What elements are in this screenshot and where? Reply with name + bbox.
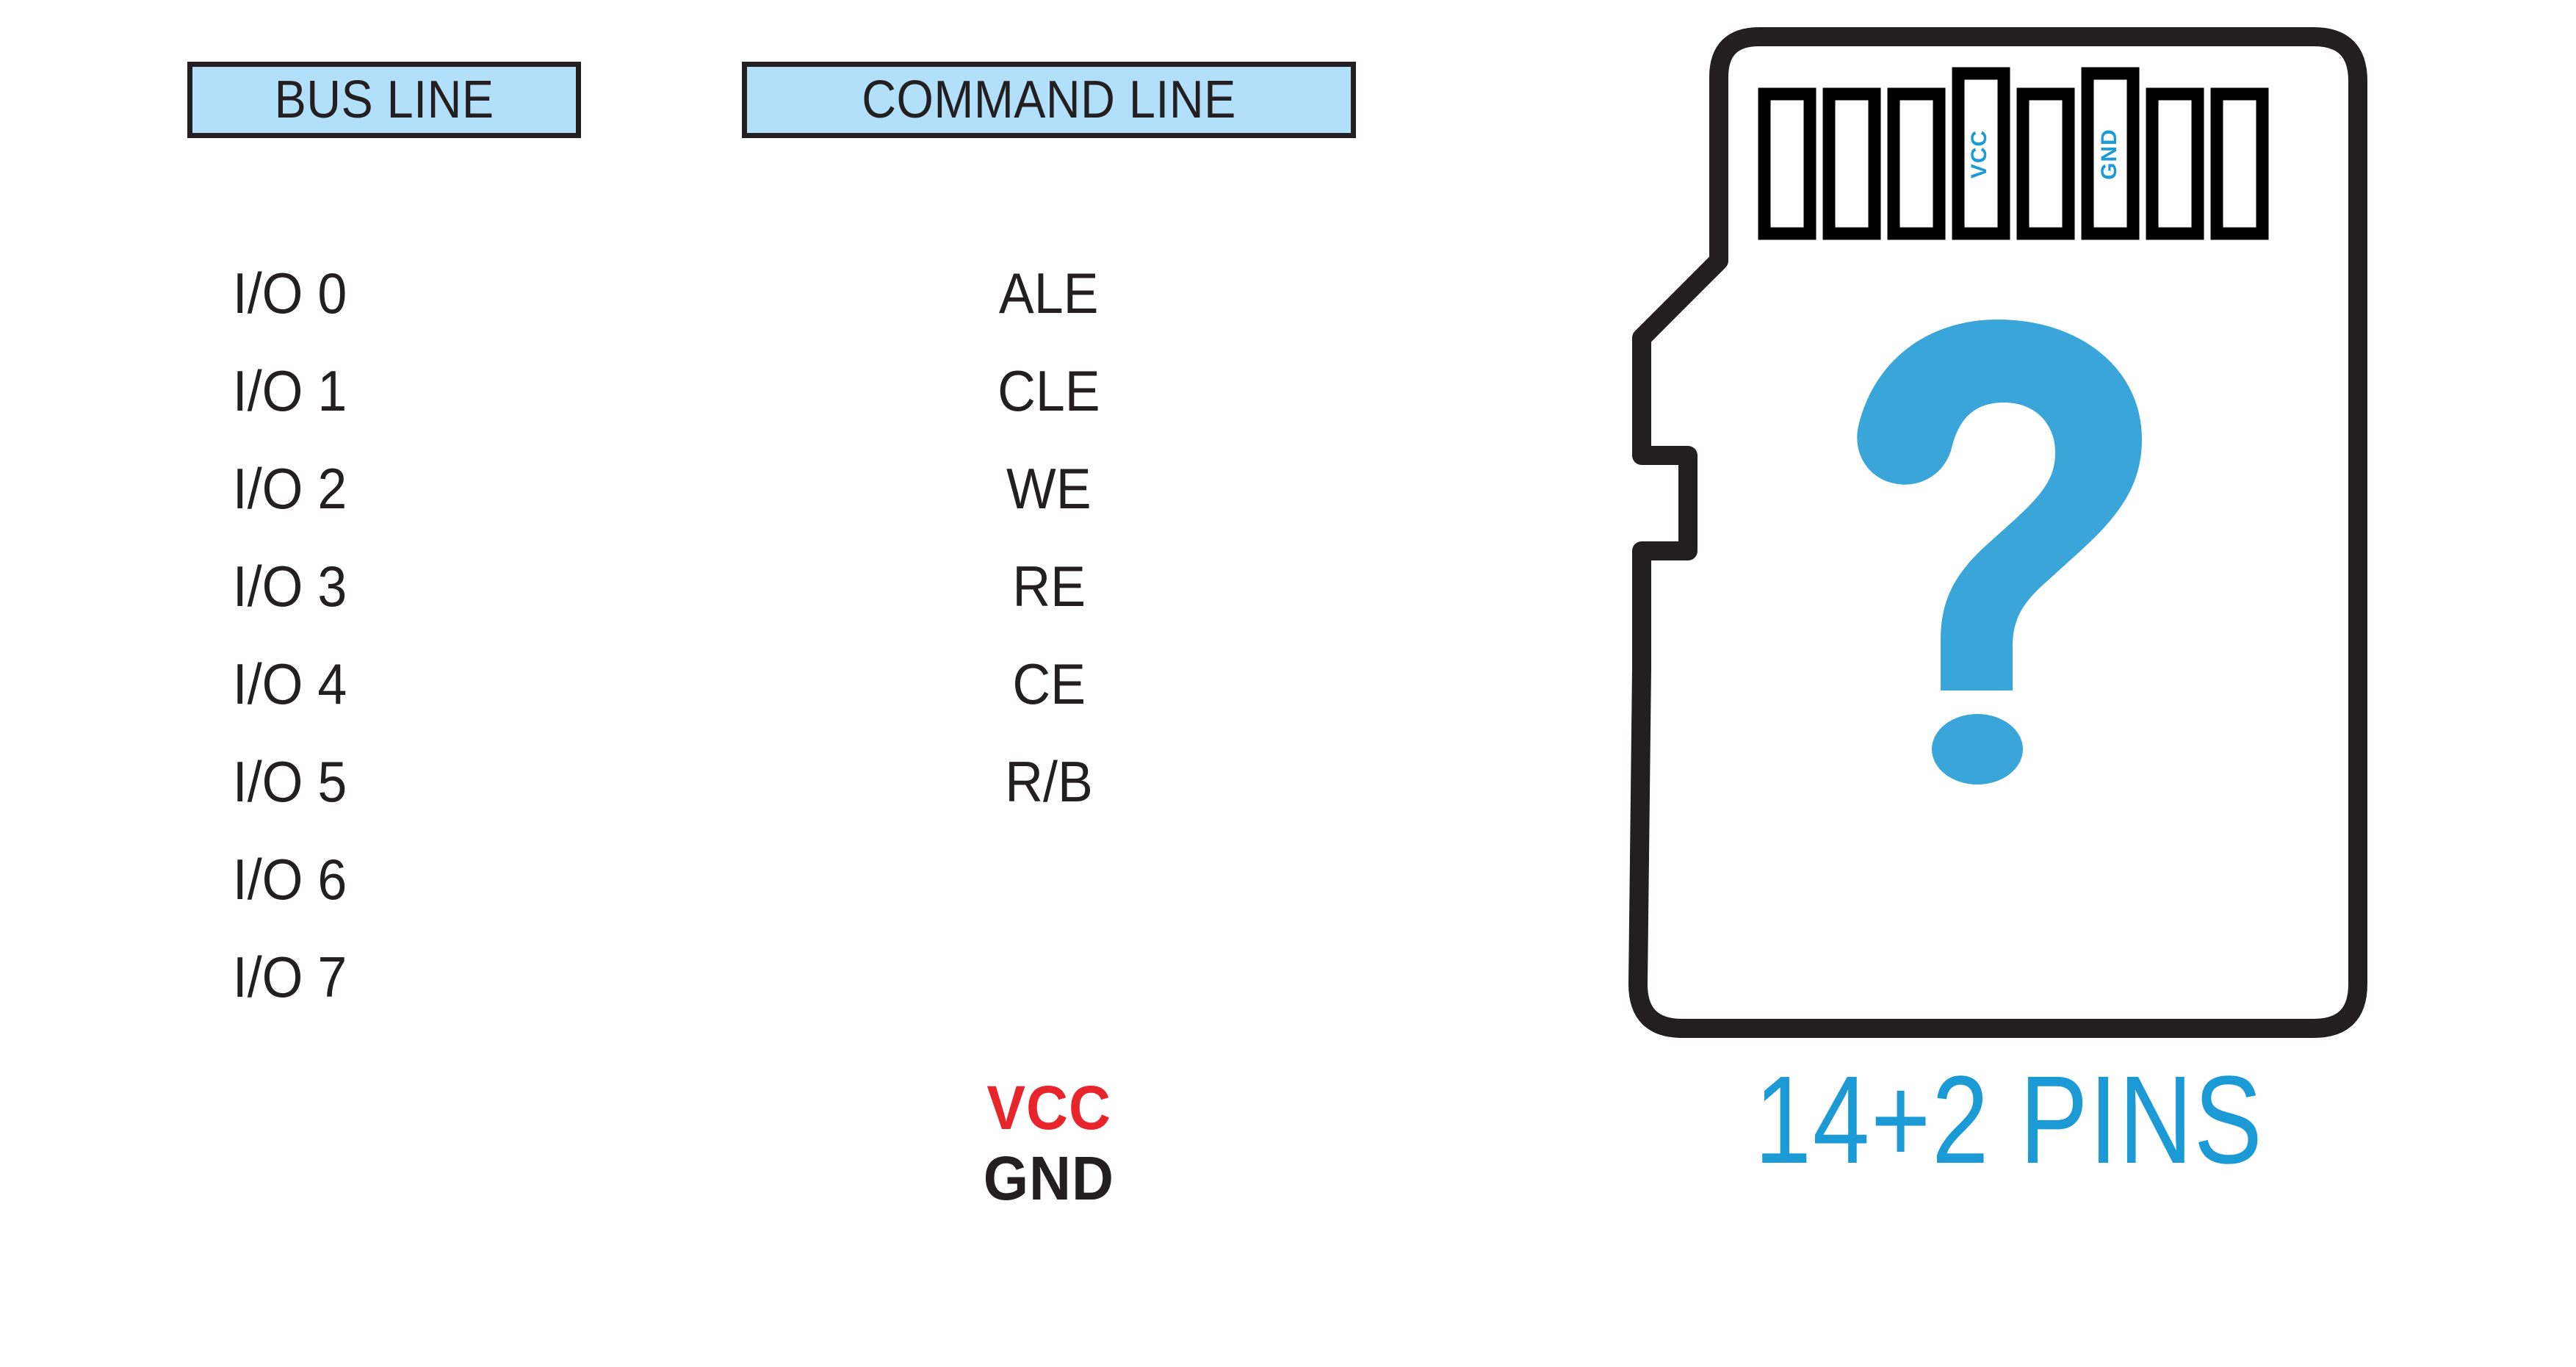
list-item: I/O 0	[233, 261, 347, 325]
list-item: I/O 6	[233, 847, 347, 912]
list-item: WE	[1006, 456, 1092, 521]
list-item: CLE	[997, 358, 1100, 423]
card-pin-vcc-label: VCC	[1967, 129, 1991, 179]
command-line-header-label: COMMAND LINE	[862, 71, 1236, 129]
list-item: I/O 5	[233, 749, 347, 814]
list-item: I/O 4	[233, 652, 347, 716]
card-pin-3	[1887, 87, 1946, 240]
list-item: CE	[1012, 652, 1086, 716]
microsd-card-illustration: VCC GND	[1601, 7, 2417, 1058]
card-pin-1	[1758, 87, 1816, 240]
gnd-label: GND	[983, 1144, 1115, 1213]
pins-count-caption: 14+2 PINS	[1754, 1050, 2264, 1190]
command-line-list: ALE CLE WE RE CE R/B	[742, 245, 1356, 831]
card-pin-5	[2016, 87, 2075, 240]
card-pin-gnd-label: GND	[2097, 129, 2121, 180]
list-item: RE	[1012, 554, 1086, 618]
power-labels-group: VCC GND	[742, 1072, 1356, 1213]
list-item: I/O 7	[233, 945, 347, 1009]
card-pin-2	[1822, 87, 1881, 240]
question-mark-dot	[1932, 714, 2023, 785]
list-item: R/B	[1005, 749, 1093, 814]
card-pin-8	[2210, 87, 2269, 240]
list-item: I/O 2	[233, 456, 347, 521]
bus-line-header-box: BUS LINE	[187, 62, 581, 138]
bus-line-header-label: BUS LINE	[274, 71, 494, 129]
list-item: I/O 3	[233, 554, 347, 618]
list-item: I/O 1	[233, 358, 347, 423]
list-item: ALE	[999, 261, 1099, 325]
command-line-header-box: COMMAND LINE	[742, 62, 1356, 138]
bus-line-list: I/O 0 I/O 1 I/O 2 I/O 3 I/O 4 I/O 5 I/O …	[0, 245, 580, 1026]
microsd-card-svg	[1628, 27, 2367, 1038]
card-pin-7	[2146, 87, 2204, 240]
vcc-label: VCC	[986, 1073, 1111, 1142]
